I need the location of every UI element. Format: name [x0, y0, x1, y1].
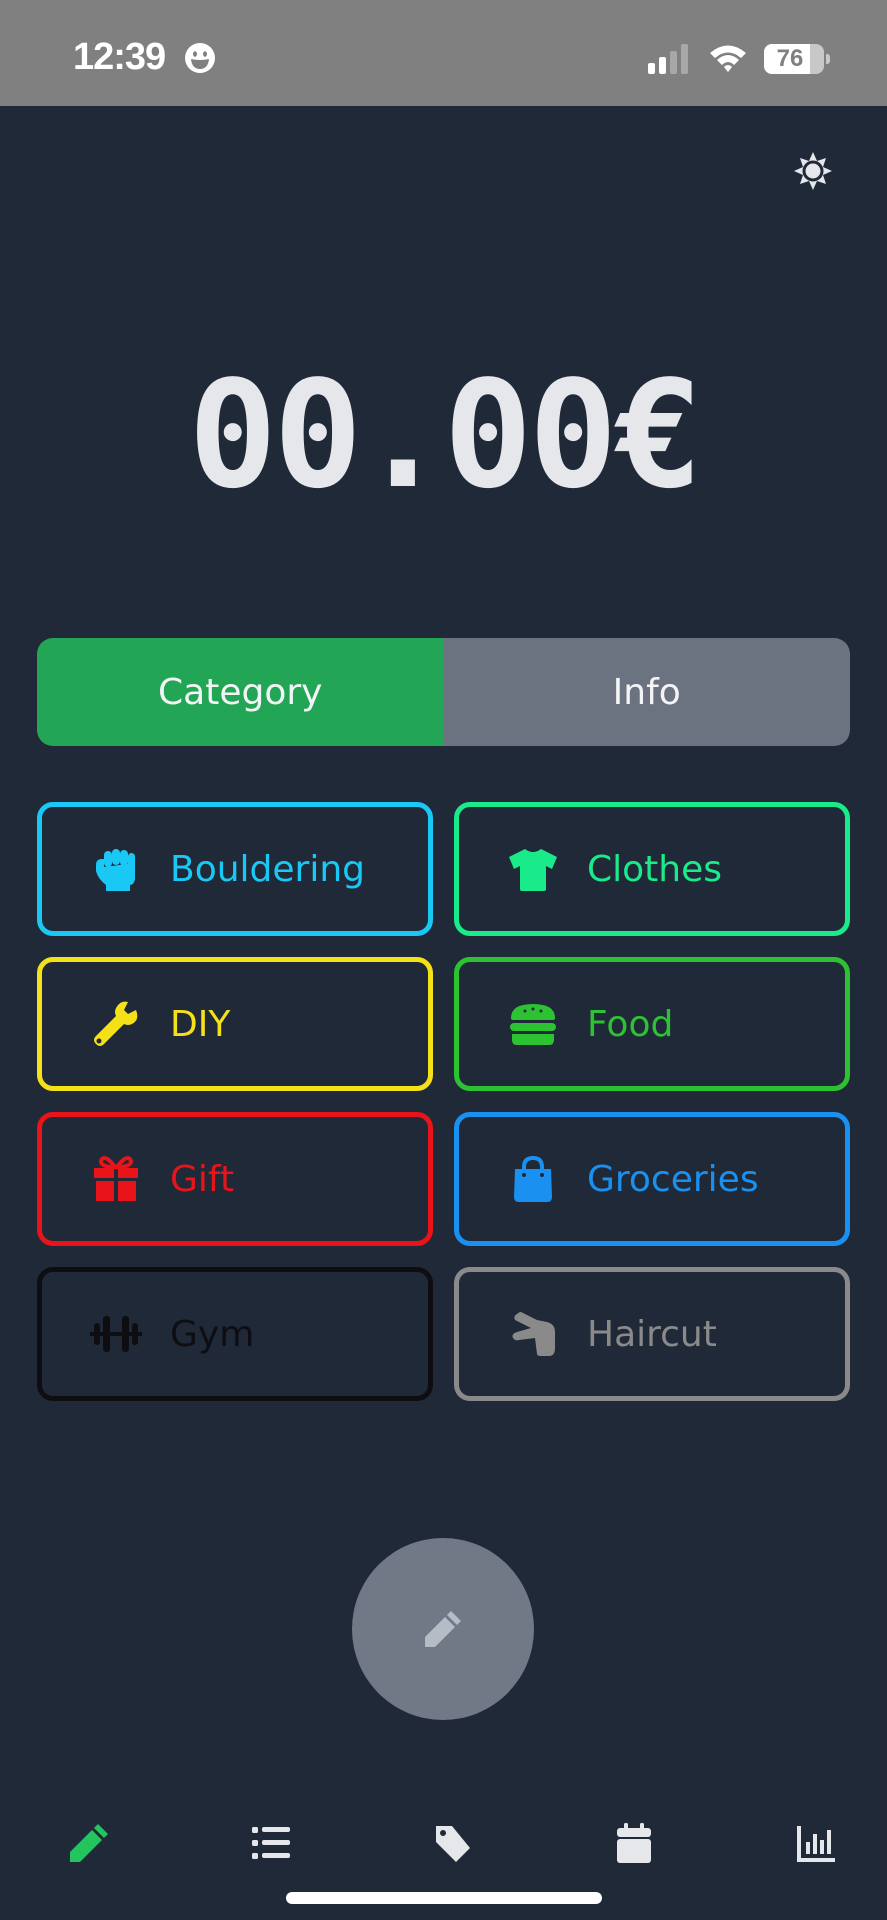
theme-toggle-button[interactable] [792, 150, 834, 192]
bar-chart-icon [797, 1826, 835, 1862]
list-icon [251, 1827, 290, 1859]
category-diy[interactable]: DIY [37, 957, 433, 1091]
nav-stats[interactable] [793, 1820, 839, 1866]
category-groceries[interactable]: Groceries [454, 1112, 850, 1246]
category-gift[interactable]: Gift [37, 1112, 433, 1246]
category-label: Gym [170, 1313, 255, 1355]
pencil-icon [70, 1824, 108, 1862]
fist-icon [96, 849, 135, 891]
category-label: Bouldering [170, 848, 366, 890]
status-time: 12:39 [73, 36, 166, 78]
tab-category[interactable]: Category [37, 638, 444, 746]
category-gym[interactable]: Gym [37, 1267, 433, 1401]
nav-tags[interactable] [430, 1820, 476, 1866]
shopping-bag-icon [514, 1155, 552, 1202]
calendar-icon [617, 1823, 652, 1863]
category-clothes[interactable]: Clothes [454, 802, 850, 936]
cellular-signal-icon [648, 44, 688, 74]
category-label: Gift [170, 1158, 235, 1200]
hand-scissors-icon [512, 1312, 555, 1356]
battery-level: 76 [776, 45, 804, 72]
status-bar: 12:39 76 [0, 0, 887, 106]
burger-icon [510, 1004, 556, 1045]
category-grid: Bouldering Clothes DIY Food Gift Groceri… [37, 802, 850, 1401]
pencil-icon [425, 1611, 461, 1647]
category-bouldering[interactable]: Bouldering [37, 802, 433, 936]
sun-icon [794, 152, 832, 190]
tab-info[interactable]: Info [443, 638, 850, 746]
wrench-icon [94, 1001, 138, 1046]
category-label: Clothes [587, 848, 722, 890]
category-label: DIY [170, 1003, 231, 1045]
gift-icon [94, 1156, 138, 1201]
bottom-nav [0, 1820, 887, 1876]
wifi-icon [710, 45, 746, 72]
home-indicator[interactable] [286, 1892, 602, 1904]
tab-switcher: Category Info [37, 638, 850, 746]
amount-display[interactable]: 00.00€ [0, 340, 887, 530]
edit-fab-button[interactable] [352, 1538, 534, 1720]
category-haircut[interactable]: Haircut [454, 1267, 850, 1401]
tag-icon [435, 1826, 470, 1862]
tshirt-icon [509, 849, 557, 891]
dumbbell-icon [90, 1316, 142, 1352]
category-food[interactable]: Food [454, 957, 850, 1091]
nav-edit[interactable] [66, 1820, 112, 1866]
category-label: Groceries [587, 1158, 759, 1200]
battery-indicator: 76 [764, 44, 830, 74]
nav-list[interactable] [248, 1820, 294, 1866]
nav-calendar[interactable] [611, 1820, 657, 1866]
category-label: Food [587, 1003, 674, 1045]
category-label: Haircut [587, 1313, 717, 1355]
smiley-icon [185, 43, 215, 73]
